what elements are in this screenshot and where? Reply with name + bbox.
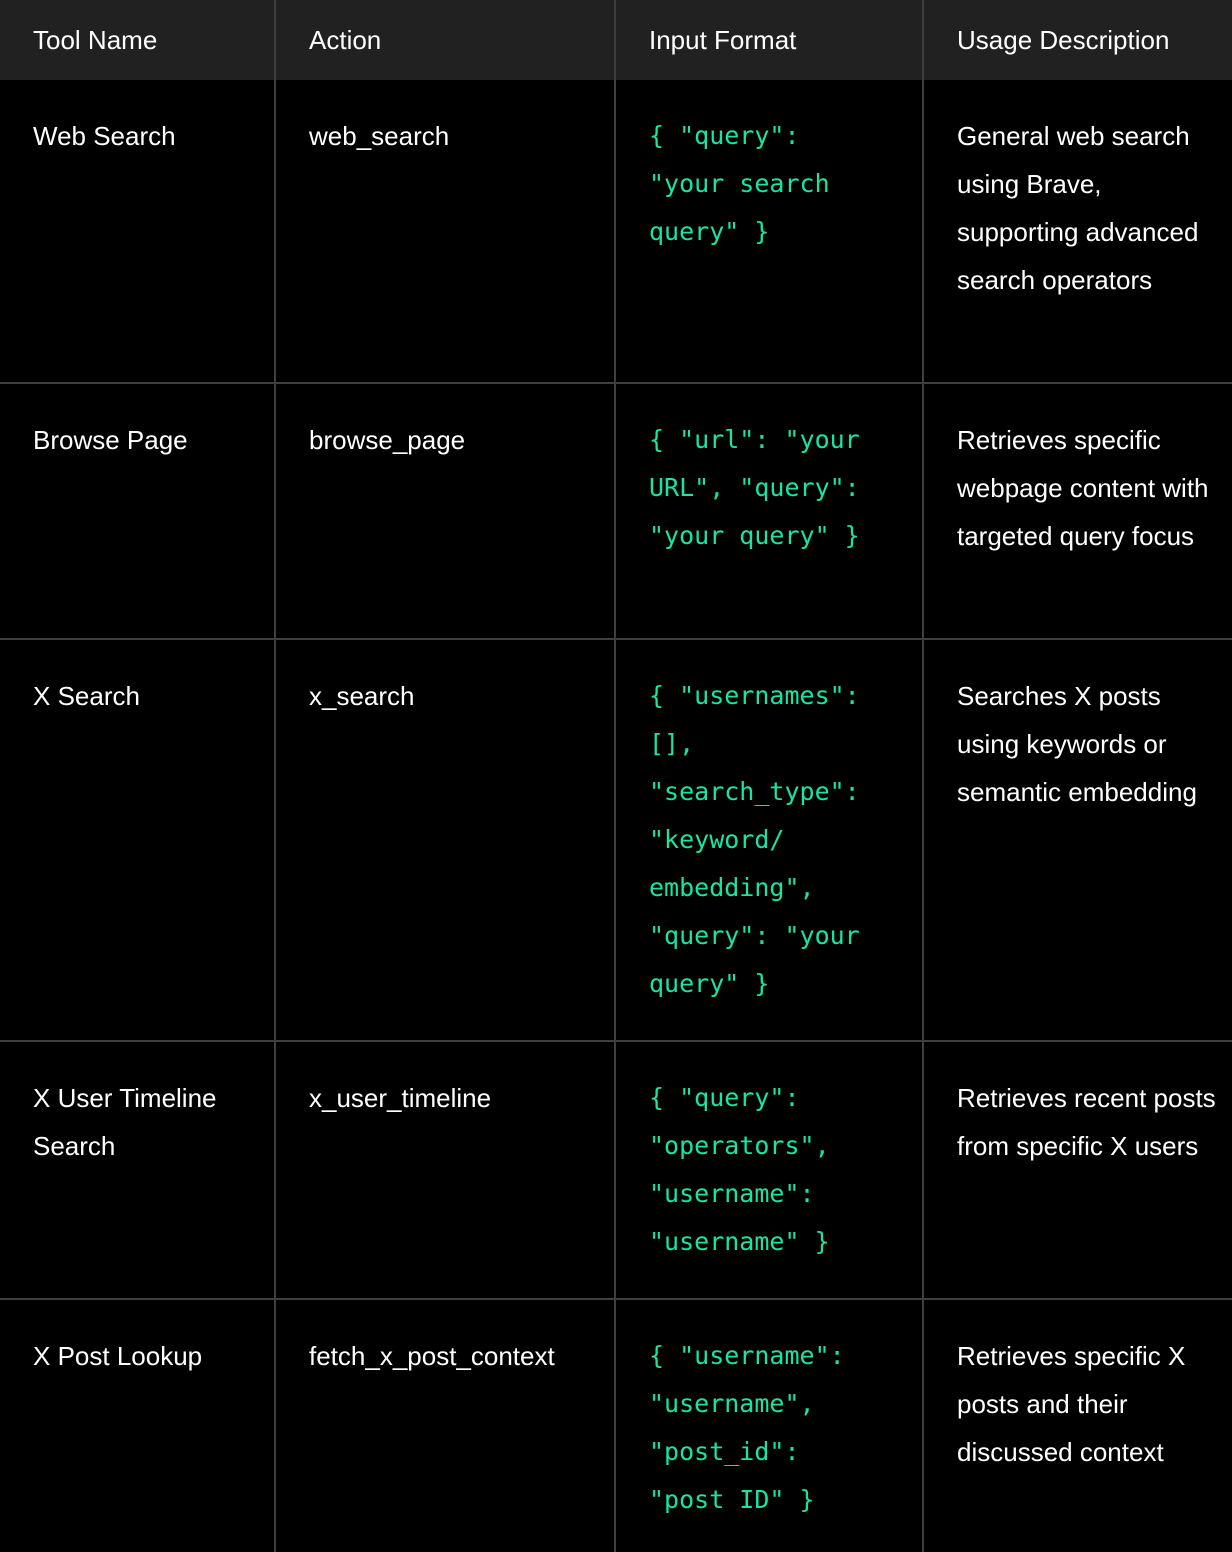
table-row: Web Search web_search { "query": "your se… — [0, 80, 1232, 384]
tool-name-cell: X Post Lookup — [33, 1341, 203, 1371]
description-cell: Retrieves recent posts from specific X u… — [922, 1041, 1232, 1300]
header-usage-description: Usage Description — [922, 0, 1232, 80]
code-line: query" } — [649, 217, 770, 246]
header-tool-name: Tool Name — [0, 0, 275, 80]
code-line: "post ID" } — [649, 1485, 815, 1514]
input-format-cell: { "username": "username", "post_id": "post … — [614, 1299, 923, 1552]
tool-name-cell: Web Search — [0, 80, 275, 384]
code-line: "username" } — [649, 1227, 830, 1256]
code-line: query" } — [649, 969, 770, 998]
code-line: "keyword/ — [649, 825, 785, 854]
header-row: Tool Name Action Input Format Usage Desc… — [0, 0, 1232, 80]
action-cell: x_user_timeline — [274, 1041, 615, 1300]
description-cell: Searches X posts using keywords or seman… — [922, 639, 1232, 1042]
code-line: embedding", — [649, 873, 815, 902]
description-cell: General web search using Brave, supporti… — [922, 80, 1232, 384]
table-row: X Post Lookup fetch_x_post_context { "us… — [0, 1299, 1232, 1552]
input-format-cell: { "usernames": [], "search_type": "keyword/… — [614, 639, 923, 1042]
tool-name-cell: X Search — [0, 639, 275, 1042]
action-cell: fetch_x_post_context — [274, 1299, 615, 1552]
header-input-format: Input Format — [614, 0, 923, 80]
table-row: X Search x_search { "usernames": [], "sear… — [0, 639, 1232, 1042]
tools-table: Tool Name Action Input Format Usage Desc… — [0, 0, 1232, 1552]
header-action: Action — [274, 0, 615, 80]
description-cell: Retrieves specific X posts and their dis… — [922, 1299, 1232, 1552]
action-cell: web_search — [274, 80, 615, 384]
table-row: Browse Page browse_page { "url": "your UR… — [0, 383, 1232, 640]
code-line: "username", — [649, 1389, 815, 1418]
code-line: { "query": — [649, 1083, 800, 1112]
code-line: "operators", — [649, 1131, 830, 1160]
action-cell: x_search — [274, 639, 615, 1042]
code-line: [], — [649, 729, 695, 758]
action-cell: browse_page — [274, 383, 615, 640]
code-line: "username": — [649, 1179, 815, 1208]
code-line: { "usernames": — [649, 681, 860, 710]
code-line: "post_id": — [649, 1437, 800, 1466]
code-line: { "query": — [649, 121, 800, 150]
description-cell: Retrieves specific webpage content with … — [922, 383, 1232, 640]
code-line: "your query" } — [649, 521, 860, 550]
code-line: URL", "query": — [649, 473, 860, 502]
table-row: X User Timeline Search x_user_timeline {… — [0, 1041, 1232, 1300]
input-format-cell: { "url": "your URL", "query": "your query"… — [614, 383, 923, 640]
tool-name-cell: Browse Page — [0, 383, 275, 640]
input-format-cell: { "query": "your search query" } — [614, 80, 923, 384]
code-line: "your search — [649, 169, 830, 198]
input-format-cell: { "query": "operators", "username": "userna… — [614, 1041, 923, 1300]
code-line: { "url": "your — [649, 425, 860, 454]
code-line: { "username": — [649, 1341, 845, 1370]
tool-name-cell: X User Timeline Search — [0, 1041, 275, 1300]
code-line: "query": "your — [649, 921, 860, 950]
code-line: "search_type": — [649, 777, 860, 806]
